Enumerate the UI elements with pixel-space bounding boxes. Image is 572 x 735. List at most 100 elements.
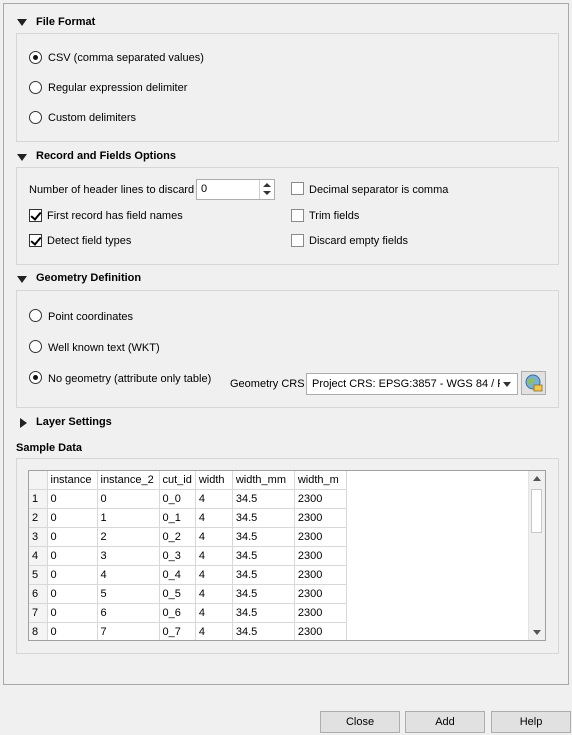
- table-cell[interactable]: 4: [195, 603, 233, 623]
- table-cell[interactable]: 0: [47, 622, 98, 640]
- row-number[interactable]: 8: [29, 622, 48, 640]
- table-cell[interactable]: 2300: [294, 546, 347, 566]
- table-cell[interactable]: 7: [97, 622, 160, 640]
- table-cell[interactable]: 0: [47, 527, 98, 547]
- table-cell[interactable]: 4: [195, 489, 233, 509]
- table-row[interactable]: 7 0 6 0_6 4 34.5 2300: [29, 603, 347, 623]
- chevron-down-icon[interactable]: [503, 382, 511, 387]
- collapse-arrow-icon[interactable]: [17, 19, 27, 26]
- table-corner[interactable]: [29, 471, 48, 490]
- discard-empty-label[interactable]: Discard empty fields: [309, 234, 408, 248]
- radio-csv-label[interactable]: CSV (comma separated values): [48, 51, 204, 65]
- row-number[interactable]: 5: [29, 565, 48, 585]
- trim-fields-label[interactable]: Trim fields: [309, 209, 359, 223]
- table-cell[interactable]: 0_1: [159, 508, 196, 528]
- table-cell[interactable]: 1: [97, 508, 160, 528]
- table-cell[interactable]: 0_0: [159, 489, 196, 509]
- table-row[interactable]: 5 0 4 0_4 4 34.5 2300: [29, 565, 347, 585]
- first-record-checkbox[interactable]: [29, 209, 42, 222]
- table-cell[interactable]: 4: [97, 565, 160, 585]
- table-cell[interactable]: 0: [47, 489, 98, 509]
- radio-point-coordinates[interactable]: [29, 309, 42, 322]
- table-cell[interactable]: 34.5: [232, 527, 295, 547]
- table-cell[interactable]: 4: [195, 622, 233, 640]
- radio-regex[interactable]: [29, 81, 42, 94]
- table-cell[interactable]: 0: [97, 489, 160, 509]
- table-cell[interactable]: 34.5: [232, 565, 295, 585]
- column-header[interactable]: width: [195, 471, 233, 490]
- close-button[interactable]: Close: [320, 711, 400, 733]
- table-cell[interactable]: 0: [47, 603, 98, 623]
- crs-select-button[interactable]: [521, 371, 546, 395]
- table-cell[interactable]: 4: [195, 527, 233, 547]
- header-lines-spinbox[interactable]: 0: [196, 179, 275, 200]
- trim-fields-checkbox[interactable]: [291, 209, 304, 222]
- row-number[interactable]: 2: [29, 508, 48, 528]
- table-cell[interactable]: 0_4: [159, 565, 196, 585]
- add-button[interactable]: Add: [405, 711, 485, 733]
- table-row[interactable]: 2 0 1 0_1 4 34.5 2300: [29, 508, 347, 528]
- vertical-scrollbar[interactable]: [528, 471, 545, 640]
- radio-custom-label[interactable]: Custom delimiters: [48, 111, 136, 125]
- column-header[interactable]: width_m: [294, 471, 347, 490]
- table-cell[interactable]: 2300: [294, 584, 347, 604]
- radio-wkt-label[interactable]: Well known text (WKT): [48, 341, 160, 355]
- table-cell[interactable]: 0_6: [159, 603, 196, 623]
- crs-value[interactable]: Project CRS: EPSG:3857 - WGS 84 / Pseudo…: [312, 378, 500, 390]
- collapse-arrow-icon[interactable]: [17, 154, 27, 161]
- radio-no-geometry-label[interactable]: No geometry (attribute only table): [48, 372, 211, 386]
- row-number[interactable]: 3: [29, 527, 48, 547]
- table-cell[interactable]: 5: [97, 584, 160, 604]
- table-cell[interactable]: 0: [47, 546, 98, 566]
- geometry-header[interactable]: Geometry Definition: [36, 272, 141, 284]
- spin-arrows[interactable]: [259, 180, 274, 199]
- scroll-down-icon[interactable]: [533, 630, 541, 635]
- table-cell[interactable]: 0: [47, 584, 98, 604]
- table-cell[interactable]: 2300: [294, 622, 347, 640]
- table-cell[interactable]: 0_5: [159, 584, 196, 604]
- table-cell[interactable]: 2300: [294, 508, 347, 528]
- radio-no-geometry[interactable]: [29, 371, 42, 384]
- detect-types-label[interactable]: Detect field types: [47, 234, 131, 248]
- table-cell[interactable]: 34.5: [232, 508, 295, 528]
- table-cell[interactable]: 2300: [294, 527, 347, 547]
- table-cell[interactable]: 2300: [294, 565, 347, 585]
- table-row[interactable]: 4 0 3 0_3 4 34.5 2300: [29, 546, 347, 566]
- table-row[interactable]: 1 0 0 0_0 4 34.5 2300: [29, 489, 347, 509]
- table-cell[interactable]: 4: [195, 546, 233, 566]
- radio-point-label[interactable]: Point coordinates: [48, 310, 133, 324]
- row-number[interactable]: 7: [29, 603, 48, 623]
- table-cell[interactable]: 34.5: [232, 584, 295, 604]
- decimal-comma-checkbox[interactable]: [291, 182, 304, 195]
- detect-types-checkbox[interactable]: [29, 234, 42, 247]
- column-header[interactable]: instance_2: [97, 471, 160, 490]
- table-row[interactable]: 3 0 2 0_2 4 34.5 2300: [29, 527, 347, 547]
- table-cell[interactable]: 0_7: [159, 622, 196, 640]
- sample-data-table[interactable]: instance instance_2 cut_id width width_m…: [28, 470, 546, 641]
- table-cell[interactable]: 34.5: [232, 603, 295, 623]
- table-cell[interactable]: 3: [97, 546, 160, 566]
- table-cell[interactable]: 0_3: [159, 546, 196, 566]
- discard-empty-checkbox[interactable]: [291, 234, 304, 247]
- column-header[interactable]: width_mm: [232, 471, 295, 490]
- scroll-thumb[interactable]: [531, 489, 542, 533]
- table-cell[interactable]: 34.5: [232, 546, 295, 566]
- table-cell[interactable]: 34.5: [232, 489, 295, 509]
- expand-arrow-icon[interactable]: [20, 418, 27, 428]
- table-cell[interactable]: 4: [195, 584, 233, 604]
- table-cell[interactable]: 0: [47, 565, 98, 585]
- column-header[interactable]: cut_id: [159, 471, 196, 490]
- crs-combobox[interactable]: Project CRS: EPSG:3857 - WGS 84 / Pseudo…: [306, 373, 518, 395]
- table-cell[interactable]: 0_2: [159, 527, 196, 547]
- collapse-arrow-icon[interactable]: [17, 276, 27, 283]
- row-number[interactable]: 1: [29, 489, 48, 509]
- table-cell[interactable]: 6: [97, 603, 160, 623]
- table-cell[interactable]: 4: [195, 565, 233, 585]
- file-format-header[interactable]: File Format: [36, 16, 95, 28]
- header-lines-value[interactable]: 0: [201, 183, 207, 195]
- row-number[interactable]: 6: [29, 584, 48, 604]
- record-fields-header[interactable]: Record and Fields Options: [36, 150, 176, 162]
- table-cell[interactable]: 2: [97, 527, 160, 547]
- help-button[interactable]: Help: [491, 711, 571, 733]
- column-header[interactable]: instance: [47, 471, 98, 490]
